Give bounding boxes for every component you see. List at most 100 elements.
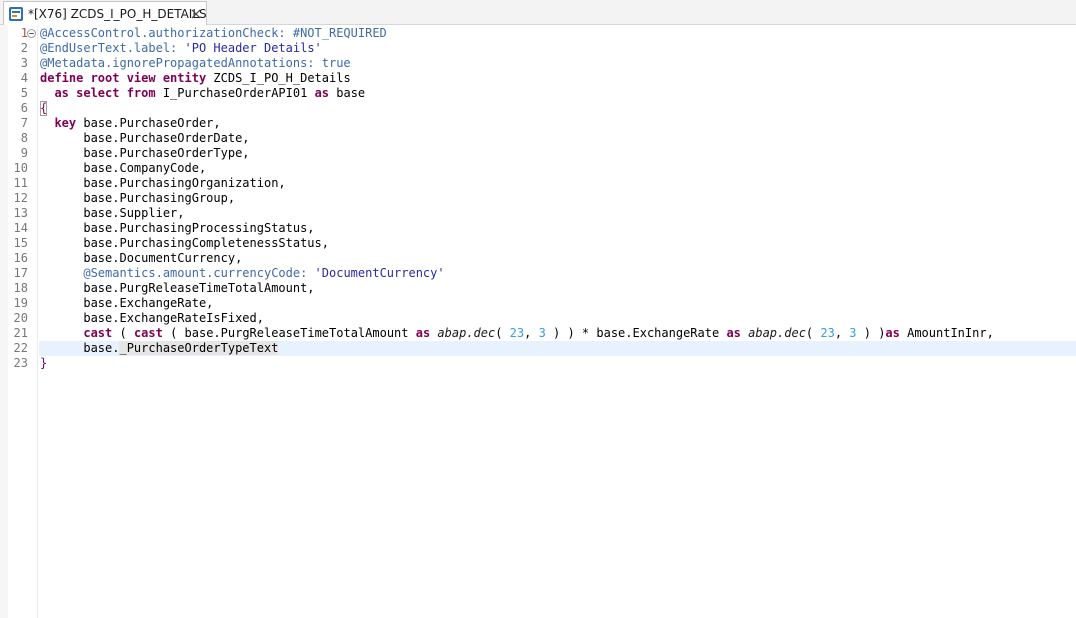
code-token: (: [805, 326, 821, 340]
code-token: ) ) * base.ExchangeRate: [545, 326, 727, 340]
code-token: as: [415, 326, 431, 340]
code-token: (: [495, 326, 510, 340]
code-token: abap.dec: [748, 326, 806, 340]
code-text[interactable]: @EndUserText.label: 'PO Header Details': [40, 41, 322, 56]
line-number: 12: [13, 191, 28, 205]
code-text[interactable]: base.PurchaseOrderType,: [40, 146, 249, 161]
code-line[interactable]: 15 base.PurchasingCompletenessStatus,: [0, 236, 1076, 251]
code-line[interactable]: 11 base.PurchasingOrganization,: [0, 176, 1076, 191]
line-number: 16: [13, 251, 28, 265]
line-number: 21: [13, 326, 28, 340]
code-token: base.PurchasingOrganization,: [40, 176, 286, 190]
fold-collapse-icon[interactable]: [27, 29, 36, 38]
code-token: base.ExchangeRateIsFixed,: [40, 311, 264, 325]
code-text[interactable]: base.PurchaseOrderDate,: [40, 131, 249, 146]
code-line[interactable]: 6{: [0, 101, 1076, 116]
line-number: 5: [20, 86, 28, 100]
line-number: 23: [13, 356, 28, 370]
code-text[interactable]: base.PurchasingCompletenessStatus,: [40, 236, 329, 251]
code-line[interactable]: 21 cast ( cast ( base.PurgReleaseTimeTot…: [0, 326, 1076, 341]
line-number: 17: [13, 266, 28, 280]
code-token: base.CompanyCode,: [40, 161, 207, 175]
code-line[interactable]: 12 base.PurchasingGroup,: [0, 191, 1076, 206]
code-token: base.PurchasingCompletenessStatus,: [40, 236, 329, 250]
code-text[interactable]: @Semantics.amount.currencyCode: 'Documen…: [40, 266, 445, 281]
code-line[interactable]: 13 base.Supplier,: [0, 206, 1076, 221]
code-token: ) ): [856, 326, 886, 340]
code-line[interactable]: 18 base.PurgReleaseTimeTotalAmount,: [0, 281, 1076, 296]
code-line[interactable]: 4 define root view entity ZCDS_I_PO_H_Det…: [0, 71, 1076, 86]
code-token: 23: [820, 326, 835, 340]
code-token: base.PurchasingProcessingStatus,: [40, 221, 315, 235]
code-editor[interactable]: 1 @AccessControl.authorizationCheck: #NOT…: [0, 25, 1076, 618]
code-token: @AccessControl.authorizationCheck: #NOT_…: [40, 26, 387, 40]
code-text[interactable]: base.DocumentCurrency,: [40, 251, 242, 266]
code-text[interactable]: base.PurchasingOrganization,: [40, 176, 286, 191]
code-text[interactable]: define root view entity ZCDS_I_PO_H_Deta…: [40, 71, 351, 86]
code-line[interactable]: 9 base.PurchaseOrderType,: [0, 146, 1076, 161]
code-line[interactable]: 5 as select from I_PurchaseOrderAPI01 as…: [0, 86, 1076, 101]
code-text[interactable]: base._PurchaseOrderTypeText: [40, 341, 279, 356]
code-token: (: [112, 326, 134, 340]
code-line[interactable]: 10 base.CompanyCode,: [0, 161, 1076, 176]
code-text[interactable]: base.Supplier,: [40, 206, 184, 221]
line-number: 13: [13, 206, 28, 220]
code-text[interactable]: {: [40, 101, 47, 116]
editor-tab-bar: *[X76] ZCDS_I_PO_H_DETAILS: [0, 0, 1076, 25]
line-number: 4: [20, 71, 28, 85]
code-text[interactable]: @Metadata.ignorePropagatedAnnotations: t…: [40, 56, 351, 71]
code-text[interactable]: base.CompanyCode,: [40, 161, 206, 176]
code-token: 3: [538, 326, 546, 340]
line-number: 10: [13, 161, 28, 175]
code-line[interactable]: 23}: [0, 356, 1076, 371]
code-line[interactable]: 20 base.ExchangeRateIsFixed,: [0, 311, 1076, 326]
code-line[interactable]: 1 @AccessControl.authorizationCheck: #NOT…: [0, 26, 1076, 41]
code-text[interactable]: base.PurgReleaseTimeTotalAmount,: [40, 281, 314, 296]
code-text[interactable]: base.ExchangeRateIsFixed,: [40, 311, 264, 326]
code-text[interactable]: as select from I_PurchaseOrderAPI01 as b…: [40, 86, 365, 101]
line-number: 2: [20, 41, 28, 55]
code-text[interactable]: base.PurchasingGroup,: [40, 191, 235, 206]
code-line[interactable]: 16 base.DocumentCurrency,: [0, 251, 1076, 266]
code-line[interactable]: 7 key base.PurchaseOrder,: [0, 116, 1076, 131]
line-number: 19: [13, 296, 28, 310]
code-token: _PurchaseOrderTypeText: [119, 341, 279, 355]
code-text[interactable]: @AccessControl.authorizationCheck: #NOT_…: [40, 26, 387, 41]
code-token: base.: [40, 341, 120, 355]
cds-entity-icon: [9, 7, 23, 21]
line-number: 7: [20, 116, 28, 130]
code-text[interactable]: key base.PurchaseOrder,: [40, 116, 221, 131]
code-token: 3: [849, 326, 857, 340]
code-line[interactable]: 3 @Metadata.ignorePropagatedAnnotations: …: [0, 56, 1076, 71]
code-token: base.DocumentCurrency,: [40, 251, 243, 265]
line-number: 9: [20, 146, 28, 160]
line-number: 18: [13, 281, 28, 295]
code-line[interactable]: 19 base.ExchangeRate,: [0, 296, 1076, 311]
line-number: 14: [13, 221, 28, 235]
editor-tab[interactable]: *[X76] ZCDS_I_PO_H_DETAILS: [3, 1, 207, 25]
code-text[interactable]: cast ( cast ( base.PurgReleaseTimeTotalA…: [40, 326, 993, 341]
code-token: @EndUserText.label:: [40, 41, 185, 55]
line-number: 22: [13, 341, 28, 355]
line-number: 15: [13, 236, 28, 250]
code-line[interactable]: 17 @Semantics.amount.currencyCode: 'Docu…: [0, 266, 1076, 281]
code-token: {: [40, 101, 48, 115]
code-text[interactable]: base.PurchasingProcessingStatus,: [40, 221, 315, 236]
code-line[interactable]: 2 @EndUserText.label: 'PO Header Details': [0, 41, 1076, 56]
code-text[interactable]: }: [40, 356, 47, 371]
code-text[interactable]: base.ExchangeRate,: [40, 296, 213, 311]
code-line[interactable]: 14 base.PurchasingProcessingStatus,: [0, 221, 1076, 236]
code-token: define root view entity: [40, 71, 207, 85]
line-number: 11: [13, 176, 28, 190]
code-line[interactable]: 8 base.PurchaseOrderDate,: [0, 131, 1076, 146]
code-token: base.PurchaseOrder,: [76, 116, 221, 130]
line-number: 6: [20, 101, 28, 115]
code-token: as: [314, 86, 330, 100]
close-icon[interactable]: [190, 8, 202, 20]
code-token: cast: [133, 326, 163, 340]
code-token: 'DocumentCurrency': [314, 266, 445, 280]
code-line[interactable]: 22 base._PurchaseOrderTypeText: [0, 341, 1076, 356]
line-number: 8: [20, 131, 28, 145]
